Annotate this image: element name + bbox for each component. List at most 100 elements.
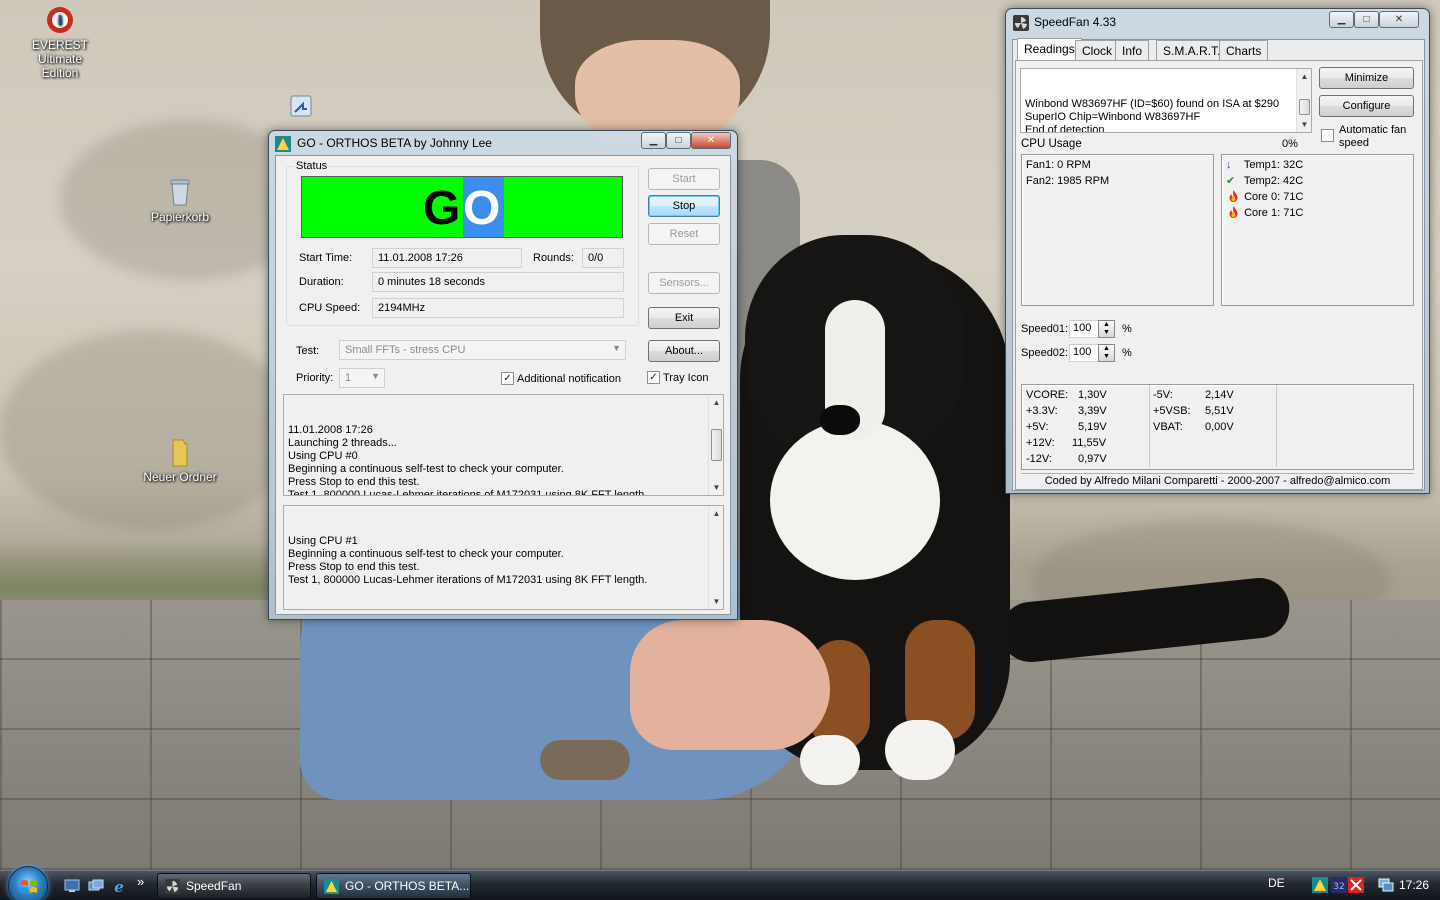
tab-smart[interactable]: S.M.A.R.T. — [1156, 40, 1228, 60]
temp-row: ↓ Temp1: 32C — [1226, 157, 1409, 173]
down-arrow-icon: ↓ — [1226, 159, 1232, 171]
stop-button[interactable]: Stop — [648, 195, 720, 217]
readings-panel: Winbond W83697HF (ID=$60) found on ISA a… — [1015, 60, 1423, 490]
spin-up-icon: ▲ — [1103, 345, 1110, 352]
cpu1-log[interactable]: Using CPU #1 Beginning a continuous self… — [283, 505, 724, 610]
desktop-icon-shortcut[interactable] — [270, 90, 330, 124]
voltages-right-column: -5V: 2,14V +5VSB: 5,51V VBAT: 0,00V — [1153, 387, 1273, 435]
taskbar-button-orthos[interactable]: GO - ORTHOS BETA... — [316, 873, 471, 899]
svg-text:32: 32 — [1333, 882, 1344, 892]
test-select[interactable]: Small FFTs - stress CPU ▼ — [339, 340, 626, 360]
automatic-fan-speed-checkbox[interactable] — [1321, 129, 1334, 142]
scroll-up-icon[interactable]: ▲ — [709, 506, 723, 521]
column-divider — [1149, 385, 1150, 467]
antivirus-tray-icon[interactable] — [1348, 877, 1364, 893]
minimize-app-button[interactable]: Minimize — [1319, 67, 1414, 89]
checkmark-icon: ✓ — [503, 373, 512, 384]
voltage-value: 0,97V — [1078, 453, 1107, 465]
checkmark-icon: ✔ — [1226, 175, 1236, 187]
detection-log-scrollbar[interactable]: ▲ ▼ — [1296, 69, 1311, 132]
tab-charts[interactable]: Charts — [1219, 40, 1269, 60]
tab-clock[interactable]: Clock — [1075, 40, 1120, 60]
scroll-down-icon[interactable]: ▼ — [1297, 117, 1311, 132]
cpu1-log-scrollbar[interactable]: ▲ ▼ — [708, 506, 723, 609]
scroll-up-icon[interactable]: ▲ — [1297, 69, 1311, 84]
desktop-icon-everest[interactable]: i EVEREST Ultimate Edition — [10, 4, 110, 80]
sensors-button[interactable]: Sensors... — [648, 272, 720, 294]
desktop-icon-label: Neuer Ordner — [143, 470, 217, 484]
quick-launch-more-icon[interactable]: » — [137, 874, 144, 889]
detection-log-text: Winbond W83697HF (ID=$60) found on ISA a… — [1025, 98, 1280, 133]
minimize-button[interactable]: ▁ — [1329, 11, 1354, 28]
orthos-client-area: Status G O Start Time: 11.01.2008 17:26 … — [275, 155, 731, 615]
minimize-icon: ▁ — [649, 135, 658, 146]
scroll-down-icon[interactable]: ▼ — [709, 594, 723, 609]
voltage-row: VBAT: 0,00V — [1153, 419, 1273, 435]
shortcut-icon — [290, 95, 312, 117]
orthos-titlebar[interactable]: GO - ORTHOS BETA by Johnny Lee ▁ □ ✕ — [269, 131, 737, 155]
switch-windows-icon[interactable] — [88, 879, 104, 893]
detection-log[interactable]: Winbond W83697HF (ID=$60) found on ISA a… — [1020, 68, 1312, 133]
tab-info[interactable]: Info — [1115, 40, 1150, 60]
configure-button[interactable]: Configure — [1319, 95, 1414, 117]
speed01-spinner[interactable]: ▲ ▼ — [1098, 320, 1115, 338]
speedfan-window[interactable]: SpeedFan 4.33 ▁ □ ✕ Readings Clock Info … — [1005, 8, 1430, 494]
reset-button[interactable]: Reset — [648, 223, 720, 245]
start-button[interactable]: Start — [648, 168, 720, 190]
voltage-value: 1,30V — [1078, 389, 1107, 401]
close-button[interactable]: ✕ — [1379, 11, 1419, 28]
speedfan-tray-icon[interactable]: 32 — [1331, 877, 1347, 893]
speedfan-client-area: Readings Clock Info S.M.A.R.T. Charts Wi… — [1012, 38, 1425, 491]
minimize-button[interactable]: ▁ — [641, 132, 666, 149]
tray-icon-checkbox[interactable]: ✓ — [647, 371, 660, 384]
scroll-thumb[interactable] — [711, 429, 722, 461]
priority-select[interactable]: 1 ▼ — [339, 368, 385, 388]
temp-row: Core 0: 71C — [1226, 189, 1409, 205]
additional-notification-checkbox[interactable]: ✓ — [501, 372, 514, 385]
speed02-percent: % — [1122, 347, 1132, 359]
maximize-button[interactable]: □ — [1354, 11, 1379, 28]
show-desktop-icon[interactable] — [64, 879, 80, 893]
orthos-window[interactable]: GO - ORTHOS BETA by Johnny Lee ▁ □ ✕ Sta… — [268, 130, 738, 620]
cpu-usage-value: 0% — [1282, 138, 1298, 150]
voltage-name: -5V: — [1153, 389, 1173, 401]
tab-readings[interactable]: Readings — [1017, 38, 1082, 61]
speed02-spinner[interactable]: ▲ ▼ — [1098, 344, 1115, 362]
network-tray-icon[interactable] — [1378, 877, 1394, 893]
taskbar-button-speedfan[interactable]: SpeedFan — [157, 873, 311, 899]
cpu-speed-field: 2194MHz — [372, 298, 624, 318]
language-indicator[interactable]: DE — [1268, 876, 1285, 890]
voltage-row: +3.3V: 3,39V — [1026, 403, 1146, 419]
about-button[interactable]: About... — [648, 340, 720, 362]
scroll-down-icon[interactable]: ▼ — [709, 480, 723, 495]
cpu0-log-scrollbar[interactable]: ▲ ▼ — [708, 395, 723, 495]
voltages-left-column: VCORE: 1,30V +3.3V: 3,39V +5V: 5,19V +12V: 1… — [1026, 387, 1146, 467]
rounds-label: Rounds: — [533, 252, 574, 264]
photo-shoe — [540, 740, 630, 780]
desktop-icon-recycle-bin[interactable]: Papierkorb — [130, 176, 230, 224]
cpu0-log[interactable]: 11.01.2008 17:26 Launching 2 threads... … — [283, 394, 724, 496]
desktop-icon-new-folder[interactable]: Neuer Ordner — [130, 436, 230, 484]
desktop-icon-label: Edition — [41, 66, 79, 80]
voltage-value: 2,14V — [1205, 389, 1234, 401]
maximize-button[interactable]: □ — [666, 132, 691, 149]
voltage-name: +12V: — [1026, 437, 1055, 449]
maximize-icon: □ — [675, 135, 682, 146]
spin-down-icon: ▼ — [1103, 329, 1110, 336]
voltage-value: 5,19V — [1078, 421, 1107, 433]
internet-explorer-icon[interactable]: e — [111, 879, 127, 893]
scroll-thumb[interactable] — [1299, 99, 1310, 115]
voltage-name: VBAT: — [1153, 421, 1183, 433]
exit-button[interactable]: Exit — [648, 307, 720, 329]
clock[interactable]: 17:26 — [1399, 878, 1429, 892]
scroll-up-icon[interactable]: ▲ — [709, 395, 723, 410]
fans-panel: Fan1: 0 RPM Fan2: 1985 RPM — [1021, 154, 1214, 306]
start-button[interactable] — [8, 866, 48, 900]
svg-text:e: e — [114, 879, 124, 893]
orthos-tray-icon[interactable] — [1312, 877, 1328, 893]
close-icon: ✕ — [1394, 14, 1404, 25]
close-button[interactable]: ✕ — [691, 132, 731, 149]
status-banner-letter-g: G — [423, 182, 461, 235]
priority-select-value: 1 — [345, 372, 352, 384]
speedfan-titlebar[interactable]: SpeedFan 4.33 ▁ □ ✕ — [1006, 9, 1429, 33]
